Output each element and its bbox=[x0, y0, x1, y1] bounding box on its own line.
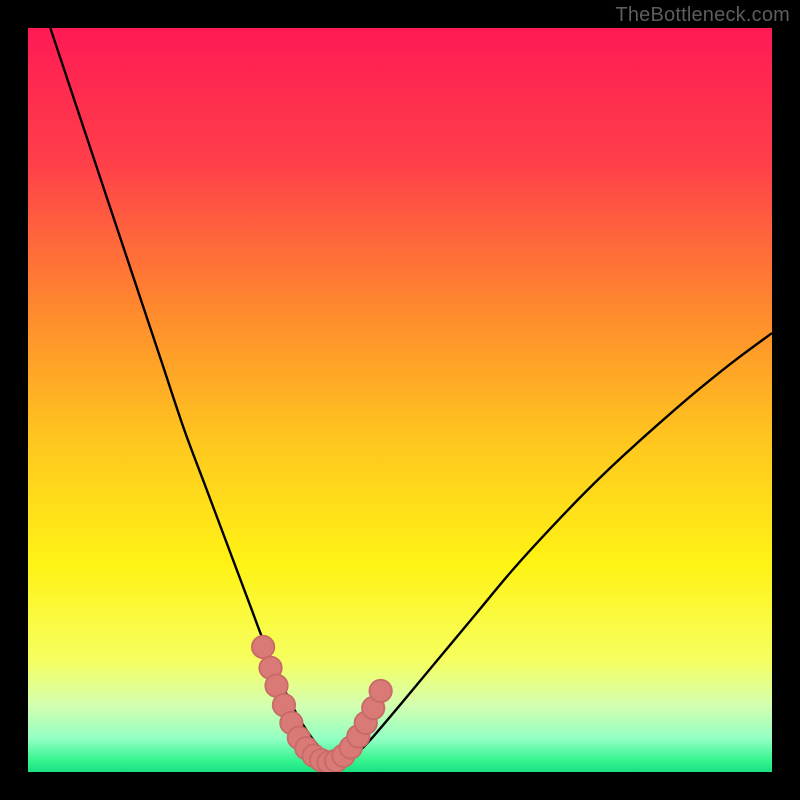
curve-marker bbox=[252, 636, 274, 658]
curve-marker bbox=[369, 680, 391, 702]
watermark-text: TheBottleneck.com bbox=[615, 4, 790, 27]
plot-area bbox=[28, 28, 772, 772]
chart-frame: TheBottleneck.com bbox=[0, 0, 800, 800]
bottleneck-curve bbox=[28, 28, 772, 772]
